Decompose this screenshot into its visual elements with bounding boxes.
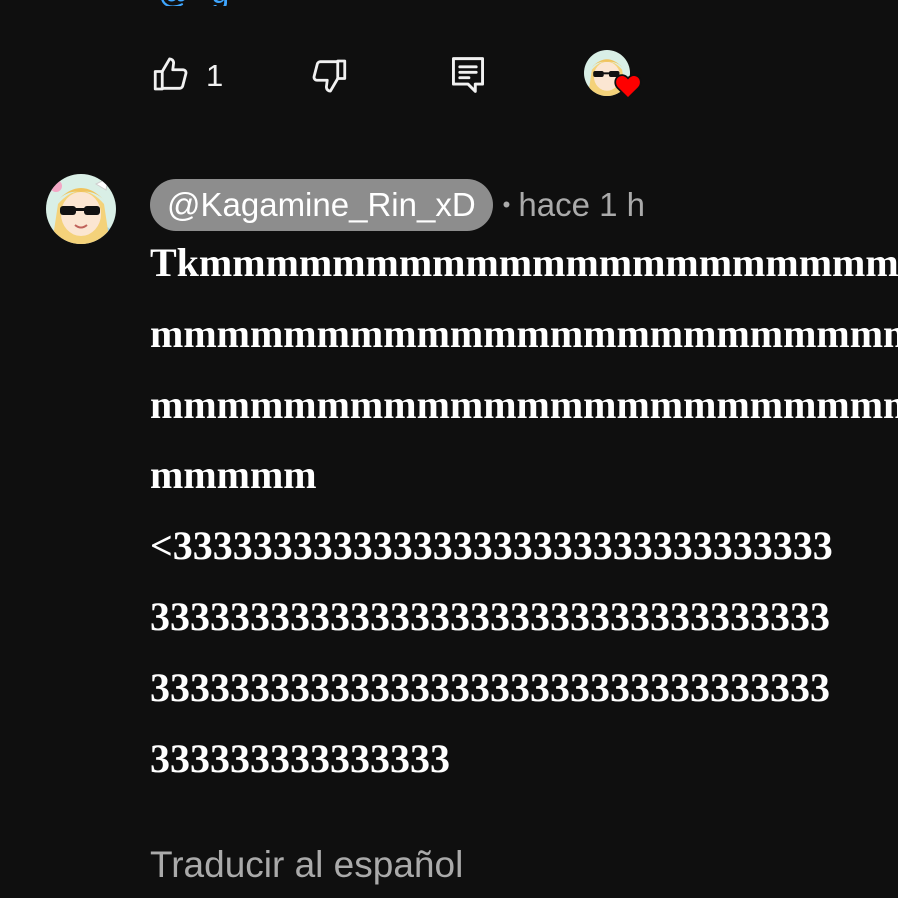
comment-header: @Kagamine_Rin_xD • hace 1 h [150, 179, 645, 231]
mention-text: @ g [158, 0, 235, 6]
comment-line: mmmmmmmmmmmmmmmmmmmmmmm [150, 381, 898, 427]
meta-separator: • [502, 192, 511, 217]
thumbs-down-icon [308, 54, 350, 96]
comment-icon [448, 53, 488, 97]
translate-button[interactable]: Traducir al español [150, 844, 463, 886]
comment-line: 3333333333333333333333333333333333 [150, 664, 830, 710]
previous-comment-mention-link[interactable]: @ g [158, 0, 278, 6]
dislike-button[interactable] [308, 50, 350, 100]
reply-button[interactable] [448, 50, 488, 100]
thumbs-up-icon [150, 54, 192, 96]
comment-line: 333333333333333 [150, 735, 450, 781]
comment-line: mmmmm [150, 452, 317, 498]
comment-line: 3333333333333333333333333333333333 [150, 593, 830, 639]
like-count: 1 [206, 57, 224, 93]
comment-meta: • hace 1 h [503, 186, 645, 224]
heart-icon [614, 73, 642, 104]
creator-heart[interactable] [584, 50, 642, 102]
comment-line: <333333333333333333333333333333333 [150, 523, 833, 569]
comment-text: Tkmmmmmmmmmmmmmmmmmmmmm mmmmmmmmmmmmmmmm… [150, 228, 898, 794]
author-name-chip[interactable]: @Kagamine_Rin_xD [150, 179, 493, 231]
comment-line: Tkmmmmmmmmmmmmmmmmmmmmm [150, 240, 898, 285]
timestamp[interactable]: hace 1 h [518, 186, 645, 224]
avatar[interactable] [46, 174, 116, 244]
comment-action-bar: 1 [150, 50, 670, 100]
like-button[interactable]: 1 [150, 50, 223, 100]
comment-line: mmmmmmmmmmmmmmmmmmmmmmm [150, 310, 898, 356]
